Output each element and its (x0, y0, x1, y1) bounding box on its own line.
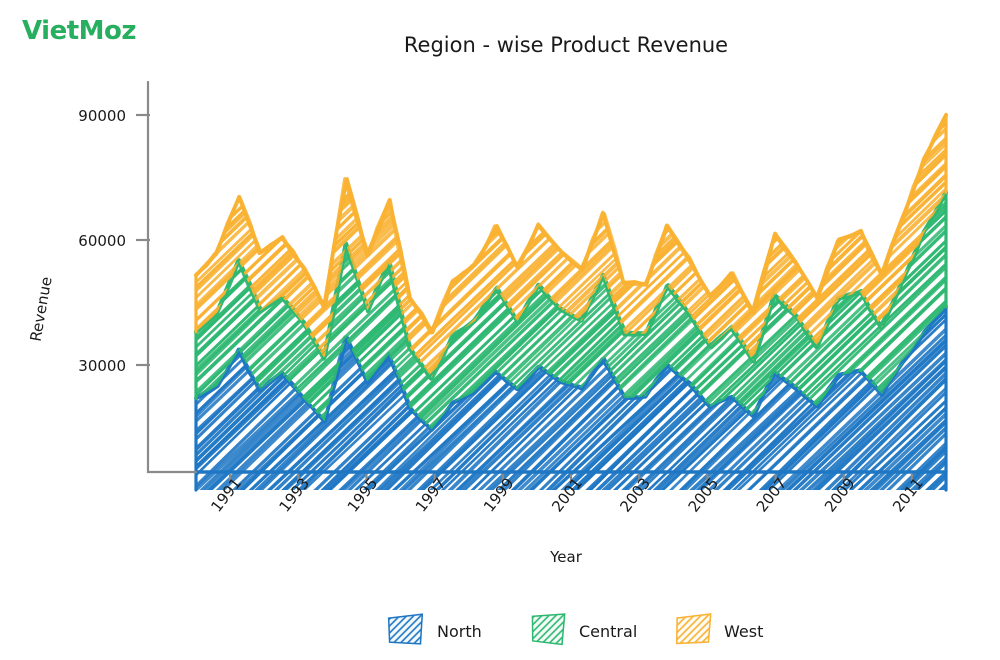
chart-container: Region - wise Product Revenue 30000 60000… (0, 0, 1000, 660)
chart-axes (146, 80, 198, 474)
y-axis-ticks: 30000 60000 90000 (78, 107, 150, 375)
x-axis-label: Year (549, 548, 583, 566)
x-tick-label-2001: 2001 (548, 474, 586, 515)
legend-item-north[interactable]: North (355, 610, 482, 650)
legend-label-west: West (724, 622, 763, 641)
legend-item-central[interactable]: Central (497, 610, 637, 650)
chart-title: Region - wise Product Revenue (404, 33, 728, 57)
y-tick-label-60000: 60000 (78, 232, 126, 250)
legend-label-north: North (437, 622, 482, 641)
chart-areas (193, 112, 949, 492)
y-axis-label: Revenue (27, 275, 56, 342)
y-tick-label-30000: 30000 (78, 357, 126, 375)
chart-legend[interactable]: North Central West (355, 610, 763, 650)
region-wise-product-revenue-chart: Region - wise Product Revenue 30000 60000… (27, 33, 949, 650)
legend-item-west[interactable]: West (642, 610, 763, 650)
y-tick-label-90000: 90000 (78, 107, 126, 125)
axis-spine (146, 80, 198, 474)
legend-label-central: Central (579, 622, 637, 641)
